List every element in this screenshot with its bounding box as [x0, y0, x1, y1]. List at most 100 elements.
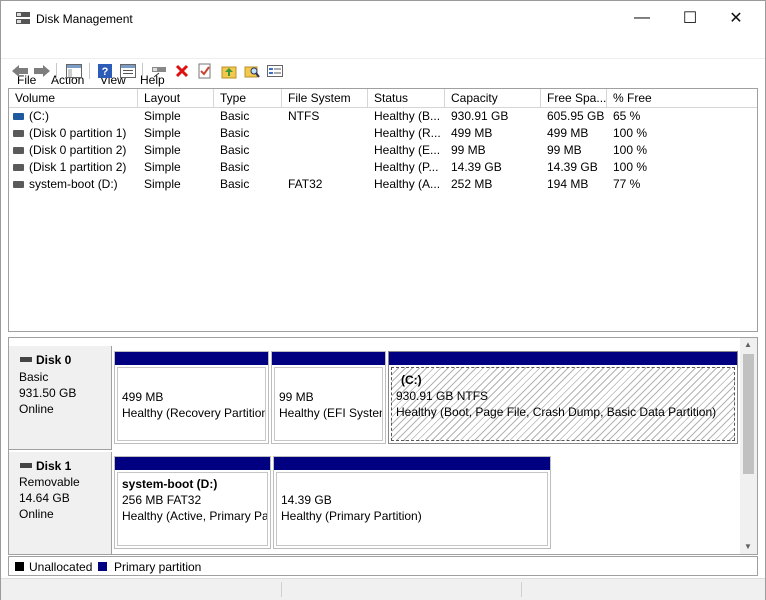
status-bar [1, 578, 765, 600]
cell-layout: Simple [144, 109, 181, 123]
partition-size: 99 MB [279, 390, 314, 404]
cell-status: Healthy (P... [374, 160, 439, 174]
drive-icon [13, 164, 24, 171]
partition-size: 14.39 GB [281, 493, 332, 507]
forward-button[interactable] [31, 61, 53, 81]
cell-volume: (Disk 0 partition 2) [29, 143, 127, 157]
partition-efi[interactable]: 99 MB Healthy (EFI System Partition) [271, 351, 386, 444]
help-button[interactable]: ? [94, 61, 116, 81]
partition-title: system-boot (D:) [122, 477, 218, 491]
cell-type: Basic [220, 109, 250, 123]
legend: Unallocated Primary partition [8, 556, 758, 576]
disk-graphical-view: Disk 0 Basic 931.50 GB Online 499 MB Hea… [8, 337, 758, 555]
show-hide-console-tree-button[interactable] [63, 61, 85, 81]
maximize-button[interactable]: ☐ [667, 1, 713, 35]
delete-icon [175, 64, 189, 78]
menu-bar: File Action View Help [1, 35, 765, 87]
drive-icon [13, 130, 24, 137]
column-header-type[interactable]: Type [214, 89, 282, 108]
disk-management-icon [16, 12, 30, 24]
column-header-volume[interactable]: Volume [9, 89, 138, 108]
settings-button[interactable] [264, 61, 286, 81]
cell-free-space: 194 MB [547, 177, 589, 191]
partition-status: Healthy (Recovery Partition) [122, 406, 266, 420]
cell-status: Healthy (R... [374, 126, 441, 140]
cell-status: Healthy (A... [374, 177, 441, 191]
minimize-button[interactable]: — [619, 1, 665, 35]
cell-layout: Simple [144, 143, 181, 157]
disk-status: Online [19, 507, 54, 521]
disk-icon [20, 357, 32, 362]
disk-0-info[interactable]: Disk 0 Basic 931.50 GB Online [9, 346, 112, 450]
check-document-icon [198, 63, 211, 79]
scroll-up-icon[interactable]: ▲ [744, 340, 752, 349]
column-header-free-space[interactable]: Free Spa... [541, 89, 607, 108]
cell-file-system: NTFS [288, 109, 320, 123]
search-button[interactable] [241, 61, 263, 81]
volume-list: Volume Layout Type File System Status Ca… [8, 88, 758, 332]
cell-percent-free: 77 % [613, 177, 641, 191]
maximize-icon: ☐ [682, 10, 698, 27]
cell-free-space: 499 MB [547, 126, 589, 140]
properties-button[interactable] [117, 61, 139, 81]
partition-size: 499 MB [122, 390, 164, 404]
upload-button[interactable] [218, 61, 240, 81]
partition-c-drive[interactable]: (C:) 930.91 GB NTFS Healthy (Boot, Page … [388, 351, 738, 444]
partition-size: 930.91 GB NTFS [396, 389, 489, 403]
partition-status: Healthy (EFI System Partition) [279, 406, 382, 420]
partition-system-boot[interactable]: system-boot (D:) 256 MB FAT32 Healthy (A… [114, 456, 271, 549]
search-folder-icon [244, 66, 260, 78]
close-button[interactable]: ✕ [713, 1, 759, 35]
column-header-percent-free[interactable]: % Free [607, 89, 757, 108]
console-tree-icon [66, 64, 82, 78]
partition-title: (C:) [401, 373, 422, 387]
cell-volume: system-boot (D:) [29, 177, 118, 191]
column-header-file-system[interactable]: File System [282, 89, 368, 108]
scroll-down-icon[interactable]: ▼ [744, 542, 752, 551]
unallocated-swatch [15, 562, 24, 571]
cell-volume: (C:) [29, 109, 49, 123]
check-button[interactable] [194, 61, 216, 81]
connect-drive-icon [152, 67, 166, 78]
connect-drive-button[interactable] [148, 61, 170, 81]
properties-icon [120, 64, 136, 78]
partition-primary[interactable]: 14.39 GB Healthy (Primary Partition) [273, 456, 551, 549]
back-arrow-icon [12, 65, 28, 77]
disk-1-info[interactable]: Disk 1 Removable 14.64 GB Online [9, 452, 112, 554]
disk-name: Disk 1 [36, 459, 72, 473]
delete-button[interactable] [171, 61, 193, 81]
disk-name: Disk 0 [36, 353, 72, 367]
close-icon: ✕ [729, 10, 743, 27]
partition-recovery[interactable]: 499 MB Healthy (Recovery Partition) [114, 351, 269, 444]
forward-arrow-icon [34, 65, 50, 77]
cell-file-system: FAT32 [288, 177, 323, 191]
drive-icon [13, 181, 24, 188]
cell-type: Basic [220, 126, 250, 140]
vertical-scrollbar[interactable]: ▲ ▼ [740, 338, 757, 554]
cell-free-space: 99 MB [547, 143, 582, 157]
cell-percent-free: 65 % [613, 109, 641, 123]
cell-capacity: 499 MB [451, 126, 493, 140]
cell-capacity: 930.91 GB [451, 109, 509, 123]
partition-size: 256 MB FAT32 [122, 493, 202, 507]
disk-size: 931.50 GB [19, 386, 77, 400]
minimize-icon: — [634, 9, 650, 26]
cell-percent-free: 100 % [613, 143, 648, 157]
column-header-capacity[interactable]: Capacity [445, 89, 541, 108]
scroll-thumb[interactable] [743, 354, 754, 474]
cell-percent-free: 100 % [613, 126, 648, 140]
disk-icon [20, 463, 32, 468]
column-header-layout[interactable]: Layout [138, 89, 214, 108]
legend-primary-partition: Primary partition [114, 560, 202, 574]
cell-capacity: 99 MB [451, 143, 486, 157]
drive-icon [13, 147, 24, 154]
settings-panel-icon [267, 65, 283, 77]
help-icon: ? [98, 64, 112, 78]
column-header-status[interactable]: Status [368, 89, 445, 108]
primary-partition-swatch [98, 562, 107, 571]
upload-folder-icon [221, 66, 237, 79]
title-bar: Disk Management — ☐ ✕ [1, 1, 765, 35]
system-drive-icon [13, 113, 24, 120]
back-button[interactable] [9, 61, 31, 81]
cell-layout: Simple [144, 177, 181, 191]
